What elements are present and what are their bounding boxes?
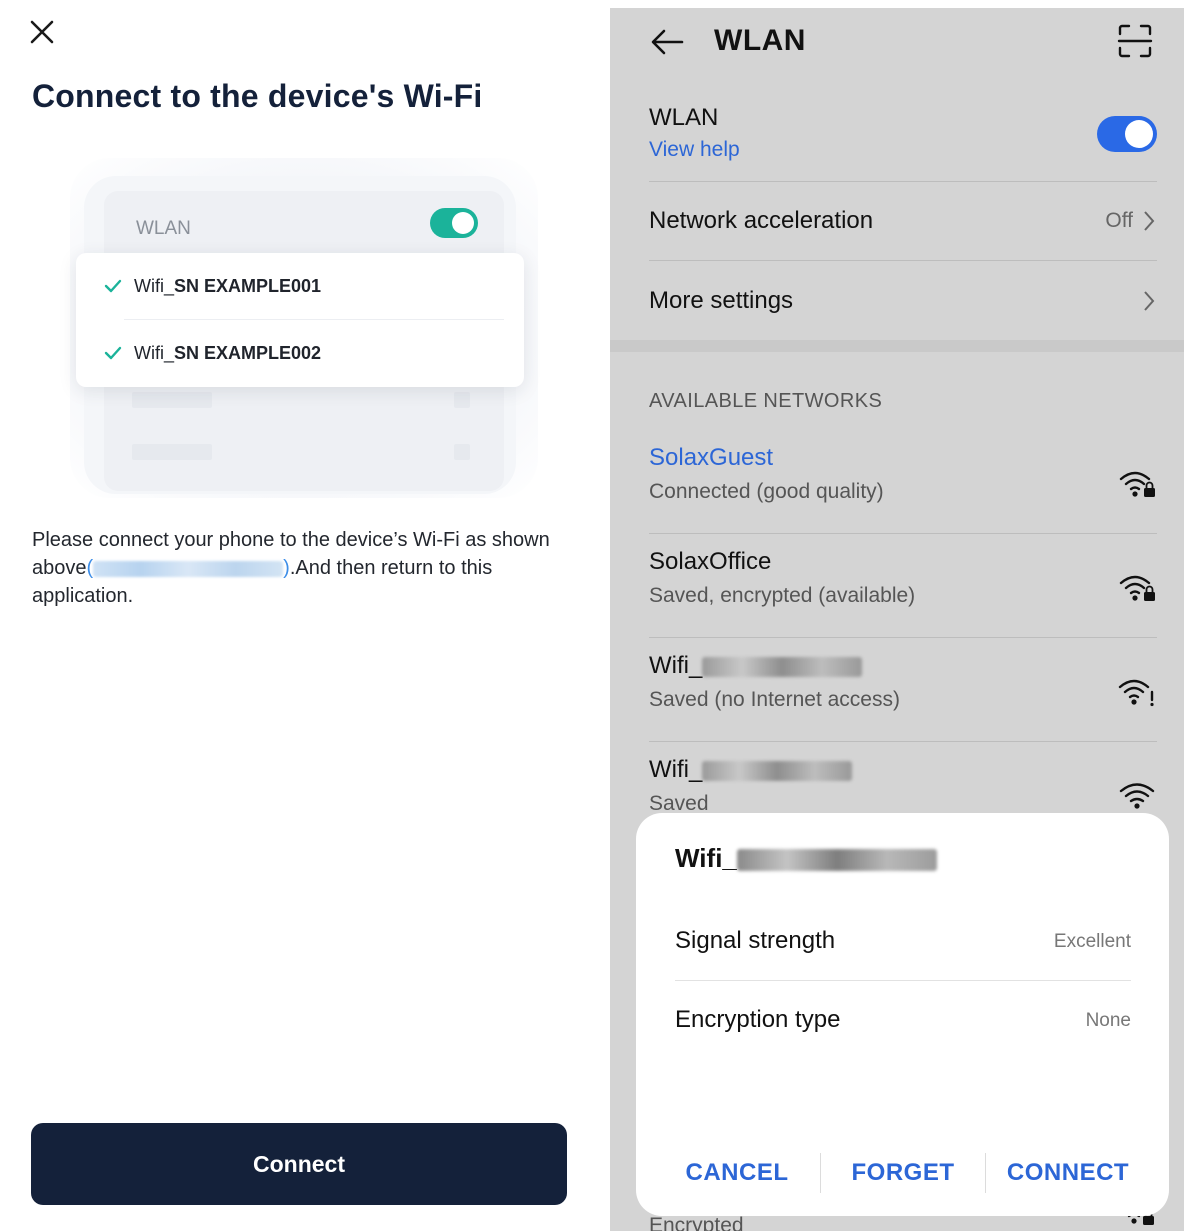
network-name: SolaxOffice bbox=[649, 548, 772, 575]
network-status: Saved, encrypted (available) bbox=[649, 584, 916, 607]
network-name: Wifi_ bbox=[649, 756, 853, 784]
wlan-label: WLAN bbox=[136, 218, 191, 239]
network-name-sn: SN EXAMPLE002 bbox=[174, 342, 322, 363]
check-icon bbox=[104, 346, 122, 360]
forget-button[interactable]: FORGET bbox=[822, 1143, 984, 1203]
encryption-type-row: Encryption type None bbox=[675, 982, 1131, 1060]
network-name-sn: SN EXAMPLE001 bbox=[174, 275, 322, 296]
placeholder-bar bbox=[132, 444, 212, 460]
network-details-dialog: Wifi_ Signal strength Excellent Encrypti… bbox=[636, 813, 1169, 1216]
wlan-toggle-row[interactable]: WLAN View help bbox=[649, 96, 1157, 182]
view-help-link[interactable]: View help bbox=[649, 138, 740, 162]
encryption-type-value: None bbox=[1085, 1010, 1131, 1031]
wlan-label: WLAN bbox=[649, 104, 719, 131]
cancel-button[interactable]: CANCEL bbox=[656, 1143, 818, 1203]
check-icon bbox=[104, 279, 122, 293]
encryption-type-label: Encryption type bbox=[675, 1006, 841, 1033]
network-acceleration-row[interactable]: Network acceleration Off bbox=[649, 183, 1157, 261]
list-item: Wifi_ SN EXAMPLE001 bbox=[76, 253, 524, 319]
button-divider bbox=[985, 1153, 986, 1193]
network-list-illustration: Wifi_ SN EXAMPLE001 Wifi_ SN EXAMPLE002 bbox=[76, 253, 524, 387]
blurred-ssid bbox=[736, 849, 937, 872]
network-name: Wifi_ bbox=[649, 652, 863, 680]
connect-button[interactable]: Connect bbox=[31, 1123, 567, 1205]
more-settings-row[interactable]: More settings bbox=[649, 261, 1157, 340]
connect-wifi-screen: Connect to the device's Wi-Fi WLAN Wifi_… bbox=[8, 8, 592, 1231]
page-title: Connect to the device's Wi-Fi bbox=[32, 78, 483, 114]
wifi-no-internet-icon bbox=[1118, 679, 1154, 707]
dialog-buttons: CANCEL FORGET CONNECT bbox=[636, 1143, 1169, 1203]
blurred-ssid bbox=[702, 760, 853, 781]
available-networks-header: AVAILABLE NETWORKS bbox=[649, 390, 883, 412]
network-item-solaxguest[interactable]: SolaxGuest Connected (good quality) bbox=[649, 430, 1157, 534]
dialog-title: Wifi_ bbox=[675, 843, 937, 874]
network-acceleration-value: Off bbox=[1105, 209, 1133, 232]
network-name: SolaxGuest bbox=[649, 444, 774, 471]
wlan-toggle-illustration bbox=[430, 208, 478, 238]
network-name-prefix: Wifi_ bbox=[134, 275, 174, 296]
network-name-prefix: Wifi_ bbox=[649, 652, 703, 679]
list-item: Wifi_ SN EXAMPLE002 bbox=[76, 320, 524, 386]
network-name-prefix: Wifi_ bbox=[134, 342, 174, 363]
signal-strength-row: Signal strength Excellent bbox=[675, 903, 1131, 981]
blurred-ssid bbox=[93, 560, 284, 577]
wifi-icon bbox=[1119, 783, 1155, 809]
instruction-text: Please connect your phone to the device’… bbox=[32, 529, 550, 607]
signal-strength-value: Excellent bbox=[1053, 931, 1131, 952]
dialog-connect-button[interactable]: CONNECT bbox=[987, 1143, 1149, 1203]
section-divider bbox=[610, 340, 1184, 352]
scan-icon[interactable] bbox=[1116, 22, 1154, 60]
wifi-lock-icon bbox=[1119, 471, 1155, 497]
blurred-ssid bbox=[702, 656, 863, 677]
close-icon[interactable] bbox=[24, 14, 60, 50]
dialog-title-prefix: Wifi_ bbox=[675, 843, 737, 873]
network-status: Saved (no Internet access) bbox=[649, 688, 900, 711]
wlan-settings-screen: WLAN WLAN View help Network acceleration… bbox=[610, 8, 1184, 1231]
network-status: Connected (good quality) bbox=[649, 480, 884, 503]
network-item-solaxoffice[interactable]: SolaxOffice Saved, encrypted (available) bbox=[649, 534, 1157, 638]
placeholder-bar bbox=[132, 392, 212, 408]
chevron-right-icon bbox=[1144, 291, 1155, 311]
network-status-peek: Encrypted bbox=[649, 1214, 744, 1231]
header: WLAN bbox=[610, 8, 1184, 74]
page-title: WLAN bbox=[714, 24, 806, 57]
placeholder-bar bbox=[454, 392, 470, 408]
network-acceleration-label: Network acceleration bbox=[649, 207, 874, 234]
more-settings-label: More settings bbox=[649, 287, 794, 314]
network-item-device[interactable]: Wifi_ Saved (no Internet access) bbox=[649, 638, 1157, 742]
network-name-prefix: Wifi_ bbox=[649, 756, 703, 783]
button-divider bbox=[820, 1153, 821, 1193]
signal-strength-label: Signal strength bbox=[675, 927, 836, 954]
placeholder-bar bbox=[454, 444, 470, 460]
back-arrow-icon[interactable] bbox=[648, 22, 688, 62]
chevron-right-icon bbox=[1144, 211, 1155, 231]
wlan-toggle[interactable] bbox=[1097, 116, 1157, 152]
wifi-lock-icon bbox=[1119, 575, 1155, 601]
